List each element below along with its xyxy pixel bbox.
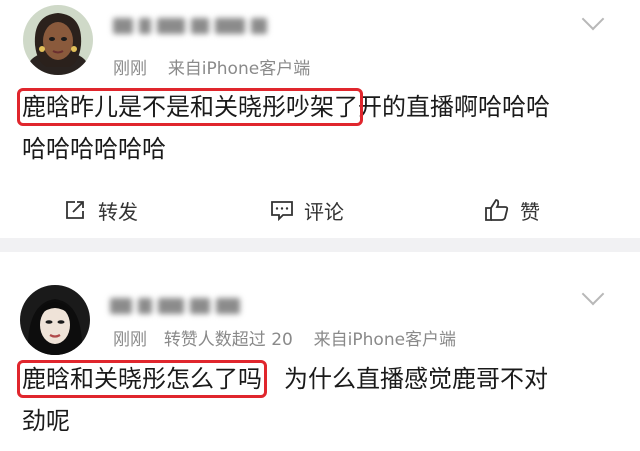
content-text: 为什么直播感觉鹿哥不对 (284, 365, 548, 393)
post-card-1: 刚刚 来自iPhone客户端 鹿晗昨儿是不是和关晓彤吵架了开的直播啊哈哈哈 哈哈… (0, 0, 640, 238)
content-line-1: 鹿晗和关晓彤怎么了吗 为什么直播感觉鹿哥不对 (17, 358, 548, 400)
avatar[interactable] (23, 5, 93, 75)
avatar[interactable] (20, 285, 90, 355)
post-meta: 刚刚 来自iPhone客户端 (113, 54, 310, 79)
avatar-cartoon (23, 5, 93, 75)
chevron-down-icon[interactable] (581, 7, 605, 31)
content-line-1: 鹿晗昨儿是不是和关晓彤吵架了开的直播啊哈哈哈 (17, 86, 550, 128)
content-text: 开的直播啊哈哈哈 (358, 93, 550, 121)
comment-button[interactable]: 评论 (270, 190, 344, 230)
like-label: 赞 (520, 199, 540, 224)
highlighted-text: 鹿晗和关晓彤怎么了吗 (17, 360, 267, 398)
like-button[interactable]: 赞 (484, 190, 540, 230)
repost-icon (66, 201, 84, 219)
like-icon (485, 199, 509, 221)
repost-count-note: 转赞人数超过 20 (163, 330, 293, 350)
post-meta: 刚刚 转赞人数超过 20 来自iPhone客户端 (113, 325, 456, 350)
post-time: 刚刚 (113, 59, 147, 79)
action-bar: 转发 评论 赞 (0, 190, 640, 230)
comment-label: 评论 (304, 199, 344, 224)
comment-icon (271, 201, 293, 222)
username-blurred[interactable] (113, 14, 267, 38)
avatar-photo (20, 285, 90, 355)
repost-label: 转发 (98, 199, 138, 224)
highlighted-text: 鹿晗昨儿是不是和关晓彤吵架了 (17, 88, 363, 126)
post-content: 鹿晗昨儿是不是和关晓彤吵架了开的直播啊哈哈哈 哈哈哈哈哈哈 (17, 86, 550, 170)
post-time: 刚刚 (113, 330, 147, 350)
content-line-2: 哈哈哈哈哈哈 (22, 135, 166, 163)
post-source: 来自iPhone客户端 (167, 59, 311, 79)
username-blurred[interactable] (110, 294, 240, 318)
chevron-down-icon[interactable] (581, 282, 605, 306)
repost-button[interactable]: 转发 (64, 190, 138, 230)
post-content: 鹿晗和关晓彤怎么了吗 为什么直播感觉鹿哥不对 劲呢 (17, 358, 548, 442)
post-separator (0, 238, 640, 252)
post-source: 来自iPhone客户端 (313, 330, 457, 350)
content-line-2: 劲呢 (22, 407, 70, 435)
